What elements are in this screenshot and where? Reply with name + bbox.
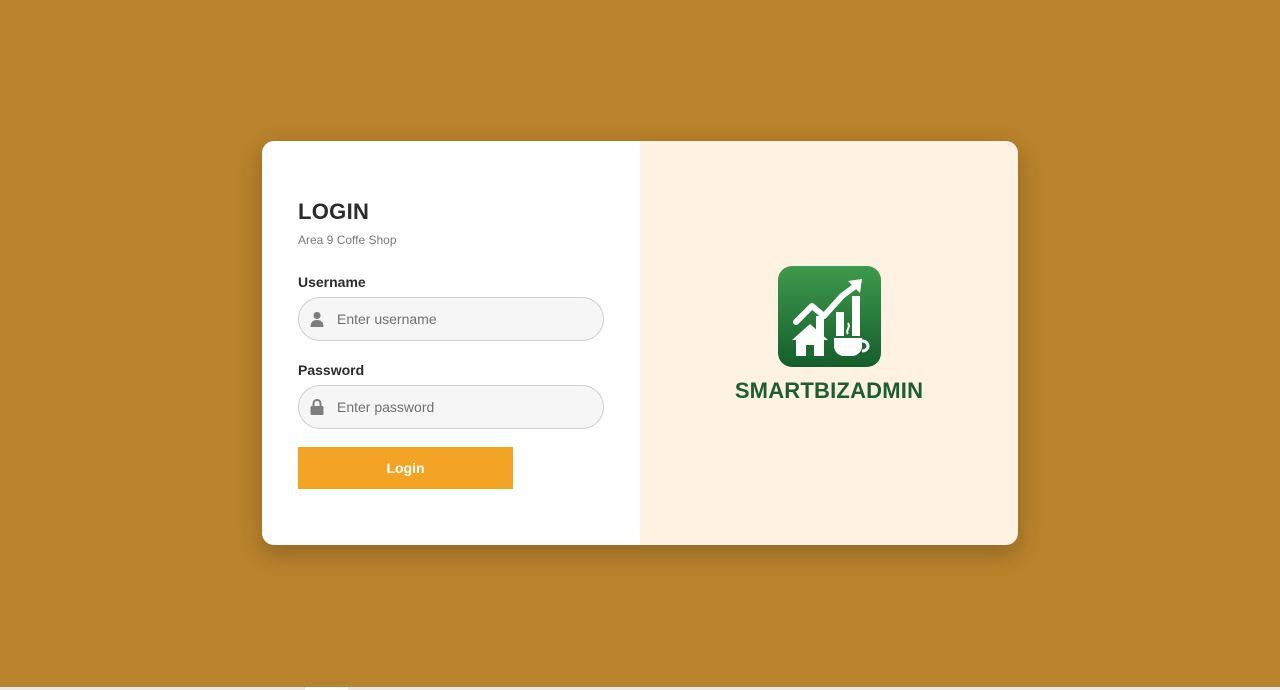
lock-icon [309, 398, 325, 416]
username-label: Username [298, 274, 366, 290]
chart-house-coffee-icon [778, 266, 881, 367]
login-card: LOGIN Area 9 Coffe Shop Username Passwor… [262, 141, 1018, 545]
login-page: LOGIN Area 9 Coffe Shop Username Passwor… [0, 0, 1280, 690]
password-field[interactable] [298, 385, 604, 429]
password-input[interactable] [335, 398, 589, 416]
login-button[interactable]: Login [298, 447, 513, 489]
brand-panel: SMARTBIZADMIN [640, 141, 1018, 545]
password-label: Password [298, 362, 365, 378]
user-icon [309, 310, 325, 328]
login-subtitle: Area 9 Coffe Shop [298, 233, 397, 247]
login-form-panel: LOGIN Area 9 Coffe Shop Username Passwor… [262, 141, 640, 545]
username-field[interactable] [298, 297, 604, 341]
login-title: LOGIN [298, 199, 370, 224]
username-input[interactable] [335, 310, 589, 328]
brand-name: SMARTBIZADMIN [734, 378, 924, 403]
